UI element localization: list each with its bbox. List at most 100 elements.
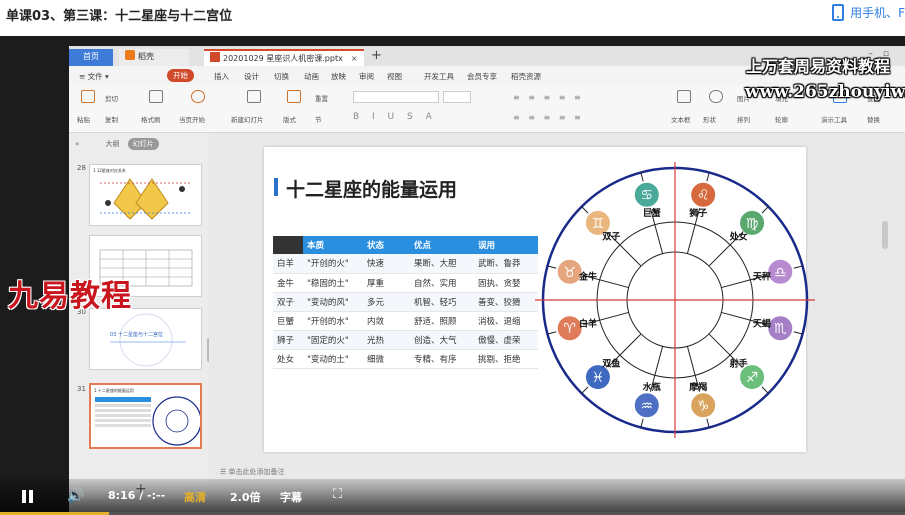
sign-label: 水瓶	[643, 381, 661, 393]
shapes-icon[interactable]	[709, 90, 723, 103]
table-header-cell: 优点	[410, 236, 474, 254]
new-slide-icon[interactable]	[247, 90, 261, 103]
tab-home[interactable]: 首页	[69, 49, 113, 66]
table-cell: 狮子	[273, 330, 303, 350]
textbox-icon[interactable]	[677, 90, 691, 103]
zodiac-glyph-icon: ♓	[592, 370, 605, 386]
quality-button[interactable]: 高清	[184, 489, 206, 505]
page-title: 单课03、第三课：十二星座与十二宫位	[6, 9, 233, 24]
new-tab-button[interactable]: +	[371, 48, 382, 63]
zodiac-glyph-icon: ♒	[641, 398, 654, 414]
sign-label: 狮子	[688, 207, 707, 219]
zodiac-glyph-icon: ♐	[746, 370, 759, 386]
table-row: 处女 "变动的土" 细微 专精、有序 挑剔、拒绝	[273, 349, 538, 369]
watermark-url: www.265zhouyiw.com	[745, 82, 905, 102]
table-row: 金牛 "稳固的土" 厚重 自然、实用 固执、贪婪	[273, 273, 538, 293]
video-player[interactable]: 首页 稻壳 20201029 星座识人机密课.pptx × + –▫ ≡ 文件 ▾…	[0, 36, 905, 515]
cut-button[interactable]: 剪切	[105, 93, 118, 103]
table-cell: 傲慢、虚荣	[474, 330, 538, 350]
sign-label: 射手	[729, 358, 748, 370]
table-cell: 自然、实用	[410, 273, 474, 293]
format-painter-button[interactable]: 格式刷	[141, 114, 161, 124]
menu-item[interactable]: 稻壳资源	[511, 71, 541, 82]
menu-item[interactable]: 审阅	[359, 71, 374, 82]
menu-item[interactable]: 设计	[244, 71, 259, 82]
menu-item[interactable]: 动画	[304, 71, 319, 82]
menu-item[interactable]: 插入	[214, 71, 229, 82]
copy-button[interactable]: 复制	[105, 114, 118, 124]
play-from-current-icon[interactable]	[191, 90, 205, 103]
tab-daoke[interactable]: 稻壳	[119, 49, 189, 66]
menu-item[interactable]: 会员专享	[467, 71, 497, 82]
slide-thumbnail-31-selected[interactable]: 1 十二星座的能量运用	[89, 383, 202, 449]
play-from-current-button[interactable]: 当页开始	[179, 114, 205, 124]
table-header-cell: 误用	[474, 236, 538, 254]
course-title-bar: 单课03、第三课：十二星座与十二宫位 用手机、F	[0, 0, 905, 36]
reset-button[interactable]: 重置	[315, 93, 328, 103]
canvas-scrollbar[interactable]	[882, 221, 888, 249]
table-cell: 消极、退缩	[474, 311, 538, 331]
slide-tools-button[interactable]: 演示工具	[821, 114, 847, 124]
table-cell: 挑剔、拒绝	[474, 349, 538, 369]
sign-label: 金牛	[578, 271, 597, 283]
sign-label: 白羊	[579, 317, 597, 329]
slide-thumbnail-28[interactable]: 1 12星座对应关系	[89, 164, 202, 226]
menu-item[interactable]: 切换	[274, 71, 289, 82]
pause-button[interactable]	[22, 490, 36, 504]
format-painter-icon[interactable]	[149, 90, 163, 103]
thumb-caption: 03 十二星座与十二宫位	[110, 332, 163, 338]
table-cell: 巨蟹	[273, 311, 303, 331]
replace-button[interactable]: 替换	[867, 114, 880, 124]
tab-pptx-file[interactable]: 20201029 星座识人机密课.pptx ×	[204, 49, 364, 66]
layout-button[interactable]: 版式	[283, 114, 296, 124]
paste-icon[interactable]	[81, 90, 95, 103]
current-slide[interactable]: 十二星座的能量运用 本质 状态 优点 误用 白羊 "开创的火" 快速 果断、大胆 武断、…	[264, 147, 815, 452]
slide-canvas: 十二星座的能量运用 本质 状态 优点 误用 白羊 "开创的火" 快速 果断、大胆 武断、…	[209, 133, 885, 499]
speed-button[interactable]: 2.0倍	[230, 489, 261, 505]
table-cell: "开创的火"	[303, 254, 363, 274]
menu-item[interactable]: 开发工具	[424, 71, 454, 82]
daoke-icon	[125, 50, 135, 60]
new-slide-button[interactable]: 新建幻灯片	[231, 114, 264, 124]
outline-button[interactable]: 轮廓	[775, 114, 788, 124]
slide-thumbnail-30[interactable]: 03 十二星座与十二宫位	[89, 308, 202, 370]
shapes-button[interactable]: 形状	[703, 114, 716, 124]
menu-item[interactable]: 开始	[167, 69, 194, 82]
tab-outline[interactable]: 大纲	[106, 140, 120, 148]
fullscreen-icon[interactable]: ⛶	[333, 487, 342, 502]
sign-label: 巨蟹	[643, 207, 661, 219]
table-cell: 舒适、照顾	[410, 311, 474, 331]
font-style-buttons[interactable]: B I U S A	[353, 112, 437, 122]
watch-on-phone-link[interactable]: 用手机、F	[832, 4, 905, 21]
zodiac-glyph-icon: ♌	[697, 188, 710, 204]
volume-icon[interactable]: 🔊	[67, 488, 84, 504]
layout-icon[interactable]	[287, 90, 301, 103]
table-cell: 金牛	[273, 273, 303, 293]
alignment-buttons[interactable]: ≡ ≡ ≡ ≡ ≡	[513, 113, 584, 122]
font-name-field[interactable]	[353, 91, 439, 103]
table-cell: "稳固的土"	[303, 273, 363, 293]
collapse-panel-icon[interactable]: «	[75, 140, 79, 148]
textbox-button[interactable]: 文本框	[671, 114, 691, 124]
watch-on-phone-label: 用手机、F	[850, 6, 905, 20]
paste-button[interactable]: 粘贴	[77, 114, 90, 124]
menu-item[interactable]: 视图	[387, 71, 402, 82]
table-header-row: 本质 状态 优点 误用	[273, 236, 538, 254]
subtitles-button[interactable]: 字幕	[280, 489, 302, 505]
slide-thumbnail-panel: « 大纲 幻灯片 28 1 12星座对应关系 30 03 十二星座与十二宫位 3…	[69, 133, 211, 499]
thumb-section-30	[110, 313, 186, 367]
tab-file-label: 20201029 星座识人机密课.pptx	[223, 54, 343, 63]
tab-slides[interactable]: 幻灯片	[127, 138, 159, 150]
notes-placeholder: 单击此处添加备注	[228, 468, 285, 476]
section-button[interactable]: 节	[315, 114, 322, 124]
menu-item[interactable]: 放映	[331, 71, 346, 82]
arrange-button[interactable]: 排列	[737, 114, 750, 124]
brand-watermark: 九易教程	[8, 279, 132, 314]
font-size-field[interactable]	[443, 91, 471, 103]
table-cell: 光热	[363, 330, 410, 350]
thumb-diagram-28	[100, 178, 190, 220]
sign-label: 摩羯	[689, 381, 707, 393]
paragraph-buttons[interactable]: ≡ ≡ ≡ ≡ ≡	[513, 93, 584, 102]
close-tab-icon[interactable]: ×	[351, 54, 358, 63]
menu-item[interactable]: ≡ 文件 ▾	[79, 71, 109, 82]
